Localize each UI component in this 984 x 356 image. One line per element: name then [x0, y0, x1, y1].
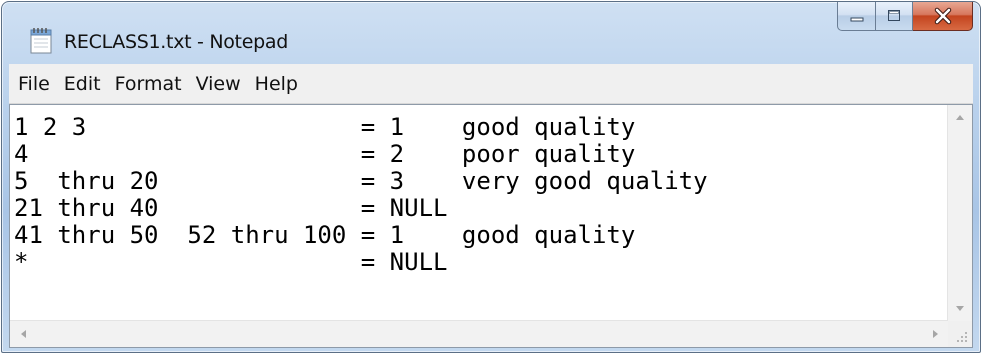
- close-button[interactable]: [913, 2, 973, 31]
- menu-view[interactable]: View: [189, 64, 248, 104]
- scroll-right-arrow-icon[interactable]: [933, 330, 938, 338]
- window-title: RECLASS1.txt - Notepad: [64, 31, 288, 53]
- close-icon: [934, 7, 951, 25]
- caption-buttons: [837, 2, 973, 32]
- notepad-icon[interactable]: [29, 26, 53, 54]
- menu-help[interactable]: Help: [248, 64, 305, 104]
- menu-format[interactable]: Format: [108, 64, 189, 104]
- text-editor[interactable]: 1 2 3 = 1 good quality 4 = 2 poor qualit…: [9, 104, 973, 348]
- menu-bar: File Edit Format View Help: [9, 64, 973, 104]
- resize-grip-icon: [957, 332, 967, 342]
- text-line: 21 thru 40 = NULL: [14, 194, 448, 222]
- text-content[interactable]: 1 2 3 = 1 good quality 4 = 2 poor qualit…: [10, 105, 948, 321]
- text-line: 4 = 2 poor quality: [14, 140, 636, 168]
- text-line: * = NULL: [14, 248, 448, 276]
- minimize-icon: [850, 17, 863, 22]
- minimize-button[interactable]: [837, 2, 875, 31]
- notepad-window: RECLASS1.txt - Notepad File Edit Format …: [1, 1, 981, 353]
- scroll-left-arrow-icon[interactable]: [21, 330, 26, 338]
- text-line: 5 thru 20 = 3 very good quality: [14, 167, 708, 195]
- scroll-up-arrow-icon[interactable]: [956, 115, 964, 120]
- text-line: 1 2 3 = 1 good quality: [14, 113, 636, 141]
- menu-file[interactable]: File: [9, 64, 57, 104]
- scroll-down-arrow-icon[interactable]: [956, 306, 964, 311]
- maximize-icon: [888, 10, 900, 21]
- menu-edit[interactable]: Edit: [57, 64, 108, 104]
- title-bar[interactable]: RECLASS1.txt - Notepad: [2, 2, 980, 64]
- text-line: 41 thru 50 52 thru 100 = 1 good quality: [14, 221, 636, 249]
- maximize-button[interactable]: [875, 2, 913, 31]
- resize-grip[interactable]: [948, 321, 972, 347]
- vertical-scrollbar[interactable]: [947, 105, 972, 321]
- horizontal-scrollbar[interactable]: [10, 320, 948, 347]
